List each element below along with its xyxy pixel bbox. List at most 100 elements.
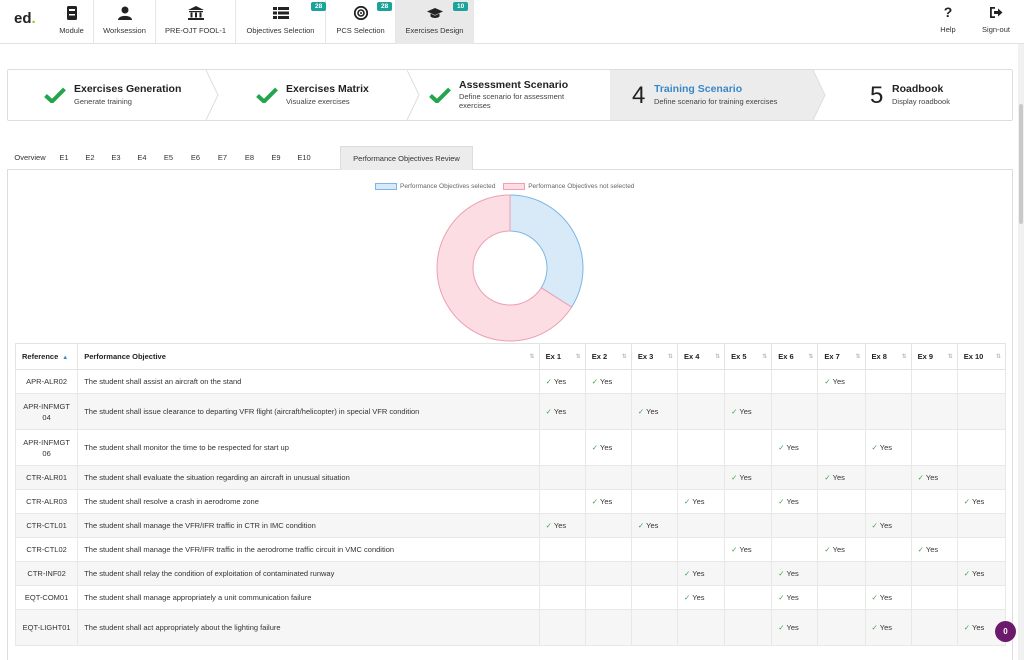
header-ex-2[interactable]: Ex 2 ⇅ — [584, 343, 632, 370]
header-ex-9[interactable]: Ex 9 ⇅ — [910, 343, 958, 370]
table-row[interactable]: EQT-COM01 The student shall manage approp… — [14, 585, 1007, 610]
help-button[interactable]: ? Help — [928, 0, 968, 44]
tab-e4[interactable]: E4 — [129, 146, 155, 170]
cell-ex-8 — [864, 369, 912, 394]
legend-item-not-selected[interactable]: Performance Objectives not selected — [503, 183, 634, 190]
cell-ex-3 — [630, 429, 678, 466]
header-ex-8[interactable]: Ex 8 ⇅ — [864, 343, 912, 370]
step-separator — [813, 70, 826, 120]
tab-performance-objectives-review[interactable]: Performance Objectives Review — [340, 146, 473, 170]
cell-ex-9 — [910, 369, 958, 394]
signout-button[interactable]: Sign-out — [976, 0, 1016, 44]
cell-ex-2 — [584, 609, 632, 646]
yes-label: Yes — [925, 473, 939, 482]
check-icon — [256, 87, 278, 103]
cell-ex-9 — [910, 489, 958, 514]
yes-label: Yes — [553, 521, 567, 530]
cell-ex-5 — [724, 561, 773, 586]
sort-asc-icon: ▲ — [62, 355, 69, 361]
nav-pcs-selection[interactable]: 28 PCS Selection — [326, 0, 396, 44]
cell-ex-1 — [538, 585, 586, 610]
tab-e5[interactable]: E5 — [155, 146, 182, 170]
header-ex-3[interactable]: Ex 3 ⇅ — [630, 343, 678, 370]
header-reference[interactable]: Reference ▲ — [14, 343, 79, 370]
cell-objective: The student shall evaluate the situation… — [77, 465, 540, 490]
header-ex-1[interactable]: Ex 1 ⇅ — [538, 343, 586, 370]
nav-pcs-selection-label: PCS Selection — [336, 26, 385, 35]
cell-ex-7 — [817, 609, 866, 646]
step-separator — [206, 70, 219, 120]
cell-reference: EQT-COM01 — [14, 585, 79, 610]
legend-item-selected[interactable]: Performance Objectives selected — [375, 183, 495, 190]
header-ex-10[interactable]: Ex 10 ⇅ — [956, 343, 1007, 370]
cell-ex-10 — [956, 465, 1007, 490]
header-ex-6[interactable]: Ex 6 ⇅ — [771, 343, 819, 370]
header-ex-4[interactable]: Ex 4 ⇅ — [676, 343, 726, 370]
header-label: Ex 5 — [731, 352, 747, 361]
step-exercises-generation[interactable]: Exercises Generation Generate training — [8, 70, 208, 120]
cell-ex-10 — [956, 393, 1007, 430]
cell-objective: The student shall manage appropriately a… — [77, 585, 540, 610]
table-row[interactable]: APR-INFMGT04 The student shall issue clea… — [14, 393, 1007, 430]
cell-ex-4 — [676, 393, 726, 430]
cell-ex-4: ✓ Yes — [676, 561, 726, 586]
tab-e10[interactable]: E10 — [289, 146, 319, 170]
scrollbar-thumb[interactable] — [1019, 104, 1023, 224]
cell-ex-1 — [538, 609, 586, 646]
yes-label: Yes — [739, 407, 752, 416]
institution-icon — [187, 6, 204, 20]
cell-ex-4: ✓ Yes — [676, 489, 726, 514]
table-row[interactable]: APR-INFMGT06 The student shall monitor th… — [14, 429, 1007, 466]
header-label: Ex 2 — [591, 352, 608, 361]
table-row[interactable]: CTR-INF02 The student shall relay the con… — [14, 561, 1007, 586]
page-scrollbar[interactable] — [1018, 44, 1024, 660]
table-row[interactable]: CTR-CTL01 The student shall manage the VF… — [14, 513, 1007, 538]
tab-e6[interactable]: E6 — [182, 146, 209, 170]
cell-ex-5: ✓ Yes — [724, 537, 773, 562]
cell-ex-6: ✓ Yes — [771, 609, 819, 646]
table-row[interactable]: CTR-ALR01 The student shall evaluate the … — [14, 465, 1007, 490]
table-row[interactable]: APR-ALR02 The student shall assist an air… — [14, 369, 1007, 394]
cell-ex-7: ✓ Yes — [817, 465, 866, 490]
nav-pre-ojt[interactable]: PRE-OJT FOOL-1 — [156, 0, 236, 44]
cell-reference: EQT-LIGHT01 — [14, 609, 79, 646]
check-icon: ✓ — [591, 443, 598, 452]
tab-e8[interactable]: E8 — [236, 146, 263, 170]
step-exercises-matrix[interactable]: Exercises Matrix Visualize exercises — [220, 70, 408, 120]
cell-ex-6 — [771, 537, 819, 562]
nav-objectives-selection[interactable]: 28 Objectives Selection — [236, 0, 327, 44]
nav-worksession[interactable]: Worksession — [94, 0, 156, 44]
yes-label: Yes — [692, 569, 705, 578]
cell-ex-10 — [956, 585, 1007, 610]
tab-e9[interactable]: E9 — [263, 146, 289, 170]
cell-ex-2: ✓ Yes — [584, 429, 632, 466]
step-roadbook[interactable]: 5 Roadbook Display roadbook — [828, 70, 1012, 120]
step-training-scenario[interactable]: 4 Training Scenario Define scenario for … — [610, 70, 814, 120]
cell-ex-8 — [864, 465, 912, 490]
yes-label: Yes — [553, 377, 567, 386]
header-performance-objective[interactable]: Performance Objective ⇅ — [77, 343, 540, 370]
yes-label: Yes — [786, 497, 799, 506]
check-icon: ✓ — [778, 443, 785, 452]
tab-e3[interactable]: E3 — [103, 146, 129, 170]
step-assessment-scenario[interactable]: Assessment Scenario Define scenario for … — [421, 70, 610, 120]
tab-e7[interactable]: E7 — [209, 146, 236, 170]
notification-badge[interactable]: 0 — [995, 621, 1016, 642]
app-logo[interactable]: ed. — [14, 10, 36, 27]
tab-e2[interactable]: E2 — [77, 146, 103, 170]
cell-ex-4: ✓ Yes — [676, 585, 726, 610]
tab-overview[interactable]: Overview — [9, 146, 51, 170]
header-label: Ex 9 — [917, 352, 934, 361]
cell-ex-6: ✓ Yes — [771, 585, 819, 610]
nav-module[interactable]: Module — [50, 0, 94, 44]
table-row[interactable]: EQT-LIGHT01 The student shall act appropr… — [14, 609, 1007, 646]
table-row[interactable]: CTR-ALR03 The student shall resolve a cra… — [14, 489, 1007, 514]
table-row[interactable]: CTR-CTL02 The student shall manage the VF… — [14, 537, 1007, 562]
nav-exercises-design[interactable]: 10 Exercises Design — [396, 0, 474, 44]
tab-e1[interactable]: E1 — [51, 146, 77, 170]
step-3-title: Assessment Scenario — [459, 79, 569, 91]
cell-ex-9 — [910, 561, 958, 586]
header-ex-5[interactable]: Ex 5 ⇅ — [724, 343, 773, 370]
header-ex-7[interactable]: Ex 7 ⇅ — [817, 343, 866, 370]
yes-label: Yes — [972, 623, 985, 632]
